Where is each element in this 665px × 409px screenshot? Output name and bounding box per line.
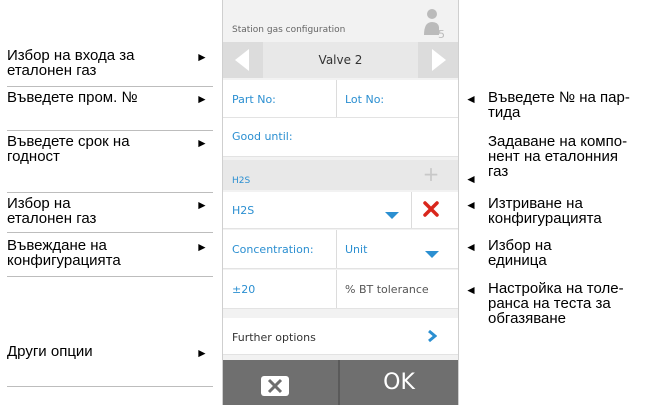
left-pointer-icon: ◄ bbox=[465, 198, 477, 212]
chevron-right-icon[interactable] bbox=[427, 328, 438, 347]
cancel-button[interactable] bbox=[223, 360, 338, 405]
footer-bar: OK bbox=[223, 360, 458, 405]
left-label-4: Избор на еталонен газ bbox=[7, 195, 97, 227]
left-label-1: Избор на входа за еталонен газ bbox=[7, 47, 135, 79]
tolerance-row: ±20 % BT tolerance bbox=[223, 270, 458, 309]
divider bbox=[7, 386, 213, 387]
gas-component-header: H2S + bbox=[223, 160, 458, 190]
divider bbox=[7, 86, 213, 87]
tolerance-unit-label: % BT tolerance bbox=[345, 283, 429, 296]
left-pointer-icon: ◄ bbox=[465, 283, 477, 297]
divider bbox=[7, 130, 213, 131]
left-label-6: Други опции bbox=[7, 343, 93, 360]
divider bbox=[7, 276, 213, 277]
right-pointer-icon: ► bbox=[196, 346, 208, 360]
user-icon[interactable]: 5 bbox=[423, 7, 449, 41]
screen-title: Station gas configuration bbox=[232, 25, 346, 35]
part-lot-row: Part No: Lot No: bbox=[223, 80, 458, 118]
divider bbox=[7, 192, 213, 193]
right-label-3: Изтриване на конфигурацията bbox=[488, 195, 602, 227]
ok-button[interactable]: OK bbox=[340, 370, 458, 395]
gas-select-value[interactable]: H2S bbox=[232, 204, 254, 217]
right-pointer-icon: ► bbox=[196, 92, 208, 106]
lot-no-field[interactable]: Lot No: bbox=[345, 93, 384, 106]
left-label-5: Въвеждане на конфигурацията bbox=[7, 237, 121, 269]
further-options-label: Further options bbox=[232, 331, 316, 344]
right-pointer-icon: ► bbox=[196, 50, 208, 64]
right-label-4: Избор на единица bbox=[488, 237, 552, 269]
left-label-3: Въведете срок на годност bbox=[7, 133, 130, 165]
next-valve-button[interactable] bbox=[418, 42, 458, 78]
valve-label: Valve 2 bbox=[318, 53, 363, 67]
valve-selector: Valve 2 bbox=[223, 42, 458, 78]
left-pointer-icon: ◄ bbox=[465, 240, 477, 254]
right-pointer-icon: ► bbox=[196, 240, 208, 254]
right-pointer-icon: ► bbox=[196, 136, 208, 150]
concentration-field[interactable]: Concentration: bbox=[232, 243, 314, 256]
chevron-down-icon[interactable] bbox=[425, 244, 439, 263]
divider bbox=[7, 232, 213, 233]
delete-icon[interactable] bbox=[423, 201, 439, 221]
divider bbox=[336, 270, 337, 308]
right-pointer-icon: ► bbox=[196, 198, 208, 212]
good-until-row: Good until: bbox=[223, 118, 458, 157]
screen-header: Station gas configuration 5 bbox=[223, 0, 458, 42]
right-label-1: Въведете № на пар-тида bbox=[488, 89, 630, 121]
user-badge: 5 bbox=[438, 28, 445, 39]
device-screen: Station gas configuration 5 Valve 2 Part… bbox=[222, 0, 459, 405]
add-gas-icon[interactable]: + bbox=[421, 164, 441, 184]
good-until-field[interactable]: Good until: bbox=[232, 130, 293, 143]
right-label-5: Настройка на толе-ранса на теста за обгаз… bbox=[488, 280, 624, 327]
right-label-2: Задаване на компо-нент на еталонния газ bbox=[488, 133, 628, 180]
left-pointer-icon: ◄ bbox=[465, 92, 477, 106]
left-label-2: Въведете пром. № bbox=[7, 89, 138, 106]
left-pointer-icon: ◄ bbox=[465, 172, 477, 186]
tolerance-value-field[interactable]: ±20 bbox=[232, 283, 255, 296]
concentration-row: Concentration: Unit bbox=[223, 230, 458, 269]
prev-valve-button[interactable] bbox=[223, 42, 263, 78]
part-no-field[interactable]: Part No: bbox=[232, 93, 276, 106]
divider bbox=[411, 192, 412, 228]
divider bbox=[336, 80, 337, 117]
divider bbox=[336, 230, 337, 268]
unit-select[interactable]: Unit bbox=[345, 243, 367, 256]
chevron-down-icon[interactable] bbox=[385, 205, 399, 224]
gas-header-label: H2S bbox=[232, 176, 251, 186]
gas-select-row: H2S bbox=[223, 192, 458, 229]
further-options-row[interactable]: Further options bbox=[223, 318, 458, 355]
